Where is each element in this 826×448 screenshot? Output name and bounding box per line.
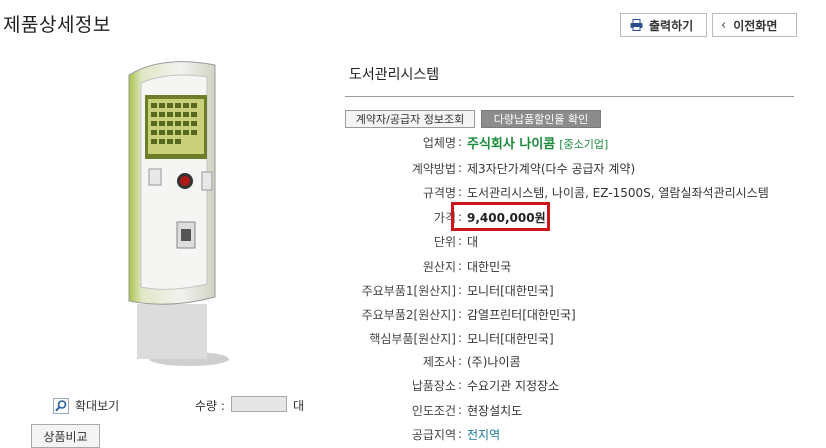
info-row-spec: 규격명: 도서관리시스템, 나이콤, EZ-1500S, 열람실좌석관리시스템 xyxy=(330,182,810,202)
row-value: (주)나이콤 xyxy=(467,354,521,369)
print-button[interactable]: 출력하기 xyxy=(620,13,707,37)
row-value: 현장설치도 xyxy=(467,403,523,418)
row-label: 주요부품2[원산지] xyxy=(361,307,456,322)
row-value: 수요기관 지정장소 xyxy=(467,378,560,393)
back-button-label: 이전화면 xyxy=(733,18,778,33)
info-row-part1: 주요부품1[원산지]: 모니터[대한민국] xyxy=(330,280,810,300)
page-title: 제품상세정보 xyxy=(3,14,111,36)
info-row-core-part: 핵심부품[원산지]: 모니터[대한민국] xyxy=(330,328,810,348)
info-row-price: 가격: 9,400,000원 xyxy=(330,207,810,227)
chevron-left-icon: ‹ xyxy=(721,17,727,33)
printer-icon xyxy=(630,19,643,31)
compare-button[interactable]: 상품비교 xyxy=(31,424,100,448)
row-label: 공급지역 xyxy=(411,427,456,442)
magnifier-icon xyxy=(53,397,69,414)
row-value: 모니터[대한민국] xyxy=(467,283,554,298)
info-row-delivery-place: 납품장소: 수요기관 지정장소 xyxy=(330,375,810,395)
contract-info-button[interactable]: 계약자/공급자 정보조회 xyxy=(345,110,475,128)
quantity-label: 수량 : xyxy=(195,399,225,413)
vendor-link[interactable]: 주식회사 나이콤 [중소기업] xyxy=(467,133,608,152)
back-button[interactable]: ‹ 이전화면 xyxy=(712,13,797,37)
row-value: 대한민국 xyxy=(467,259,512,274)
info-row-manufacturer: 제조사: (주)나이콤 xyxy=(330,351,810,371)
info-row-contract-method: 계약방법: 제3자단가계약(다수 공급자 계약) xyxy=(330,158,810,178)
row-label: 주요부품1[원산지] xyxy=(361,283,456,298)
product-name: 도서관리시스템 xyxy=(349,67,440,83)
row-label: 가격 xyxy=(433,210,456,225)
row-value: 대 xyxy=(467,234,479,249)
info-row-vendor: 업체명: 주식회사 나이콤 [중소기업] xyxy=(330,132,810,152)
row-value: 제3자단가계약(다수 공급자 계약) xyxy=(467,161,636,176)
row-label: 규격명 xyxy=(422,185,456,200)
row-label: 계약방법 xyxy=(411,161,456,176)
info-row-part2: 주요부품2[원산지]: 감열프린터[대한민국] xyxy=(330,304,810,324)
row-label: 인도조건 xyxy=(411,403,456,418)
row-value: 감열프린터[대한민국] xyxy=(467,307,576,322)
print-button-label: 출력하기 xyxy=(649,18,694,33)
row-label: 납품장소 xyxy=(411,378,456,393)
supply-area-link[interactable]: 전지역 xyxy=(467,426,500,443)
row-label: 단위 xyxy=(433,234,456,249)
info-row-delivery-terms: 인도조건: 현장설치도 xyxy=(330,400,810,420)
row-label: 제조사 xyxy=(422,354,456,369)
info-row-unit: 단위: 대 xyxy=(330,231,810,251)
row-label: 업체명 xyxy=(422,135,456,150)
info-row-origin: 원산지: 대한민국 xyxy=(330,256,810,276)
row-value: 모니터[대한민국] xyxy=(467,331,554,346)
row-value: 도서관리시스템, 나이콤, EZ-1500S, 열람실좌석관리시스템 xyxy=(467,185,769,200)
zoom-label: 확대보기 xyxy=(75,399,120,413)
price-highlight-box xyxy=(451,202,550,231)
zoom-button[interactable]: 확대보기 xyxy=(53,397,119,414)
row-label: 핵심부품[원산지] xyxy=(369,331,456,346)
sme-badge: [중소기업] xyxy=(559,137,609,151)
info-row-supply-area: 공급지역: 전지역 xyxy=(330,424,810,444)
product-image xyxy=(107,59,232,384)
discount-rate-button[interactable]: 다량납품할인율 확인 xyxy=(481,110,601,128)
divider xyxy=(345,96,794,97)
row-label: 원산지 xyxy=(422,259,456,274)
quantity-input[interactable] xyxy=(231,396,287,412)
quantity-unit: 대 xyxy=(293,399,305,413)
